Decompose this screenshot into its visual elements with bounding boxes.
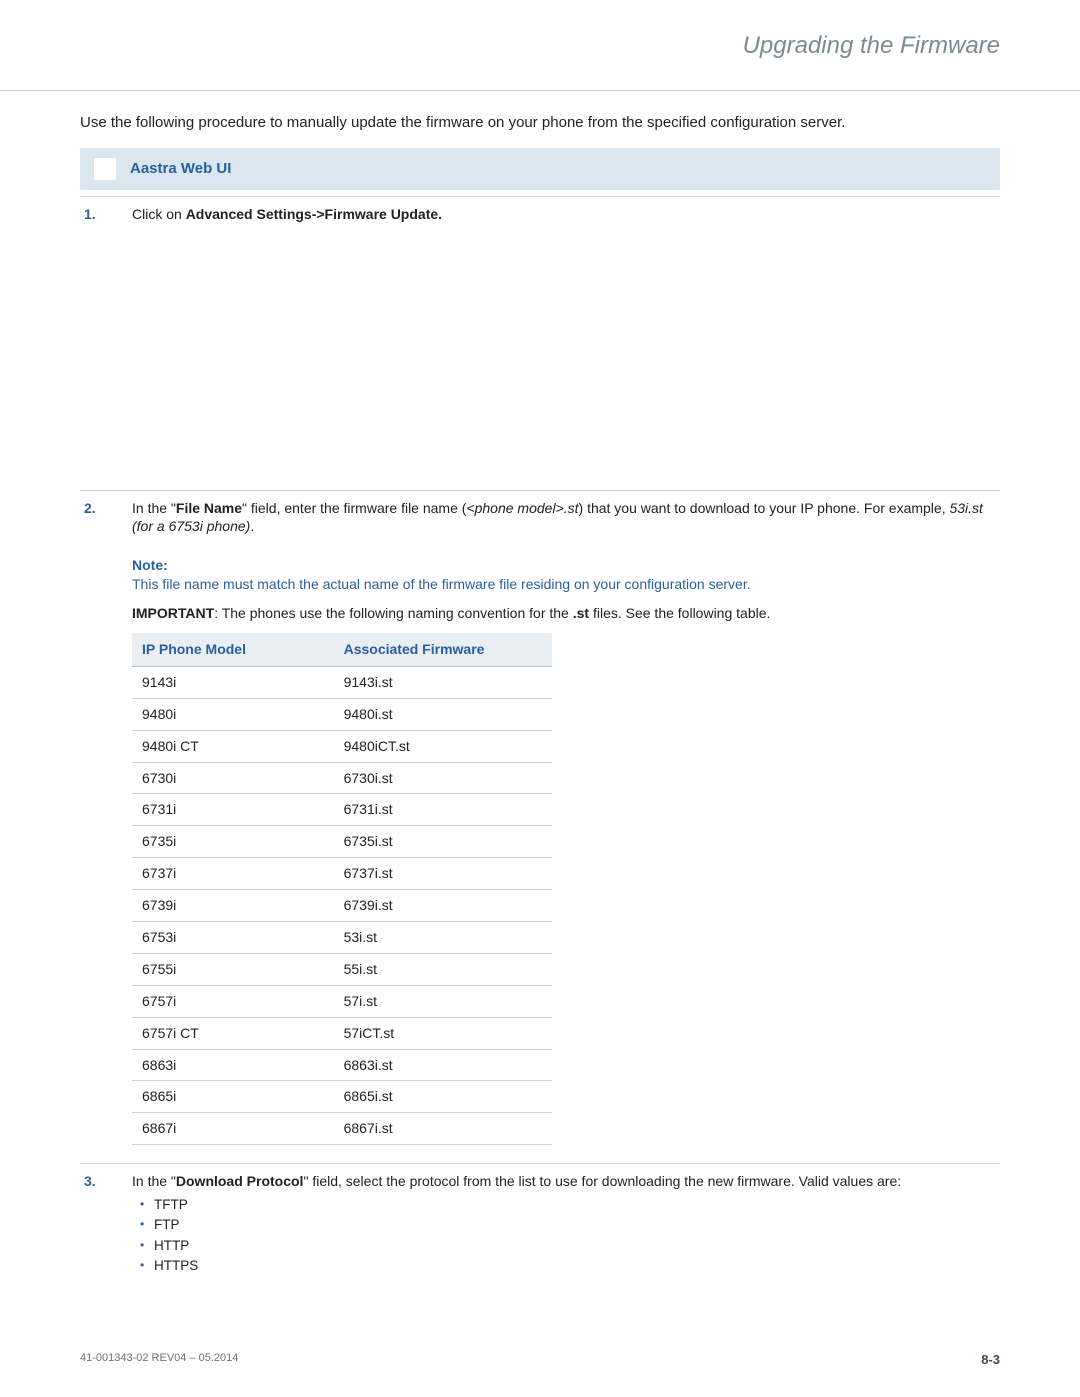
step-number: 2. <box>80 499 132 518</box>
step1-bold: Advanced Settings->Firmware Update. <box>186 206 442 222</box>
cell-firmware: 6731i.st <box>334 794 552 826</box>
step-number: 1. <box>80 205 132 224</box>
cell-firmware: 6737i.st <box>334 858 552 890</box>
list-item: FTP <box>154 1215 1000 1235</box>
step2-p1: In the " <box>132 500 176 516</box>
step-2-section: 2. In the "File Name" field, enter the f… <box>80 490 1000 1146</box>
cell-model: 6755i <box>132 953 334 985</box>
table-header-row: IP Phone Model Associated Firmware <box>132 633 552 666</box>
step2-p4: . <box>250 518 254 534</box>
table-row: 9143i9143i.st <box>132 666 552 698</box>
table-row: 6757i CT57iCT.st <box>132 1017 552 1049</box>
col-model: IP Phone Model <box>132 633 334 666</box>
webui-icon <box>94 158 116 180</box>
cell-model: 9480i CT <box>132 730 334 762</box>
important-t1: : The phones use the following naming co… <box>214 605 573 621</box>
table-row: 9480i9480i.st <box>132 698 552 730</box>
step1-text-prefix: Click on <box>132 206 186 222</box>
cell-model: 6730i <box>132 762 334 794</box>
cell-model: 9480i <box>132 698 334 730</box>
important-line: IMPORTANT: The phones use the following … <box>132 604 1000 623</box>
cell-firmware: 6739i.st <box>334 890 552 922</box>
table-row: 6757i57i.st <box>132 985 552 1017</box>
cell-firmware: 57iCT.st <box>334 1017 552 1049</box>
cell-model: 6865i <box>132 1081 334 1113</box>
screenshot-placeholder <box>80 230 1000 480</box>
step-3-section: 3. In the "Download Protocol" field, sel… <box>80 1163 1000 1282</box>
table-row: 9480i CT9480iCT.st <box>132 730 552 762</box>
step-number: 3. <box>80 1172 132 1191</box>
step2-p2: " field, enter the firmware file name ( <box>242 500 466 516</box>
cell-firmware: 6865i.st <box>334 1081 552 1113</box>
cell-model: 6867i <box>132 1113 334 1145</box>
table-row: 6731i6731i.st <box>132 794 552 826</box>
cell-firmware: 6863i.st <box>334 1049 552 1081</box>
intro-paragraph: Use the following procedure to manually … <box>80 113 1000 133</box>
table-row: 6737i6737i.st <box>132 858 552 890</box>
cell-firmware: 9480iCT.st <box>334 730 552 762</box>
cell-firmware: 9480i.st <box>334 698 552 730</box>
table-row: 6739i6739i.st <box>132 890 552 922</box>
important-label: IMPORTANT <box>132 605 214 621</box>
cell-firmware: 6867i.st <box>334 1113 552 1145</box>
step2-i1: <phone model>.st <box>466 500 578 516</box>
table-row: 6730i6730i.st <box>132 762 552 794</box>
important-ext: .st <box>573 605 589 621</box>
cell-firmware: 6730i.st <box>334 762 552 794</box>
firmware-table: IP Phone Model Associated Firmware 9143i… <box>132 633 552 1145</box>
document-page: Upgrading the Firmware Use the following… <box>0 0 1080 1397</box>
cell-model: 6731i <box>132 794 334 826</box>
step-1-section: 1. Click on Advanced Settings->Firmware … <box>80 196 1000 480</box>
step2-b1: File Name <box>176 500 242 516</box>
table-row: 6755i55i.st <box>132 953 552 985</box>
cell-model: 6735i <box>132 826 334 858</box>
protocol-list: TFTPFTPHTTPHTTPS <box>132 1195 1000 1276</box>
list-item: HTTP <box>154 1236 1000 1256</box>
doc-reference: 41-001343-02 REV04 – 05.2014 <box>80 1351 238 1369</box>
webui-label: Aastra Web UI <box>130 159 231 179</box>
cell-model: 6753i <box>132 922 334 954</box>
step-row: 1. Click on Advanced Settings->Firmware … <box>80 196 1000 230</box>
cell-model: 6757i <box>132 985 334 1017</box>
page-number: 8-3 <box>981 1351 1000 1369</box>
step-row: 3. In the "Download Protocol" field, sel… <box>80 1163 1000 1282</box>
cell-firmware: 53i.st <box>334 922 552 954</box>
table-row: 6735i6735i.st <box>132 826 552 858</box>
cell-firmware: 55i.st <box>334 953 552 985</box>
step-body: In the "File Name" field, enter the firm… <box>132 499 1000 537</box>
cell-model: 6737i <box>132 858 334 890</box>
header-divider <box>0 90 1080 91</box>
table-row: 6867i6867i.st <box>132 1113 552 1145</box>
step3-p1: In the " <box>132 1173 176 1189</box>
step3-b1: Download Protocol <box>176 1173 304 1189</box>
note-text: This file name must match the actual nam… <box>132 575 1000 594</box>
table-row: 6865i6865i.st <box>132 1081 552 1113</box>
step-row: 2. In the "File Name" field, enter the f… <box>80 490 1000 543</box>
page-title: Upgrading the Firmware <box>80 30 1000 72</box>
step2-p3: ) that you want to download to your IP p… <box>579 500 950 516</box>
step-body: In the "Download Protocol" field, select… <box>132 1172 1000 1276</box>
note-block: Note: This file name must match the actu… <box>132 556 1000 594</box>
step-body: Click on Advanced Settings->Firmware Upd… <box>132 205 1000 224</box>
note-label: Note: <box>132 556 1000 575</box>
table-row: 6753i53i.st <box>132 922 552 954</box>
table-row: 6863i6863i.st <box>132 1049 552 1081</box>
cell-model: 9143i <box>132 666 334 698</box>
page-footer: 41-001343-02 REV04 – 05.2014 8-3 <box>80 1351 1000 1369</box>
cell-firmware: 6735i.st <box>334 826 552 858</box>
cell-model: 6757i CT <box>132 1017 334 1049</box>
cell-firmware: 57i.st <box>334 985 552 1017</box>
webui-banner: Aastra Web UI <box>80 148 1000 190</box>
list-item: HTTPS <box>154 1256 1000 1276</box>
list-item: TFTP <box>154 1195 1000 1215</box>
col-firmware: Associated Firmware <box>334 633 552 666</box>
important-t2: files. See the following table. <box>589 605 770 621</box>
step3-p2: " field, select the protocol from the li… <box>303 1173 901 1189</box>
cell-model: 6739i <box>132 890 334 922</box>
cell-firmware: 9143i.st <box>334 666 552 698</box>
cell-model: 6863i <box>132 1049 334 1081</box>
